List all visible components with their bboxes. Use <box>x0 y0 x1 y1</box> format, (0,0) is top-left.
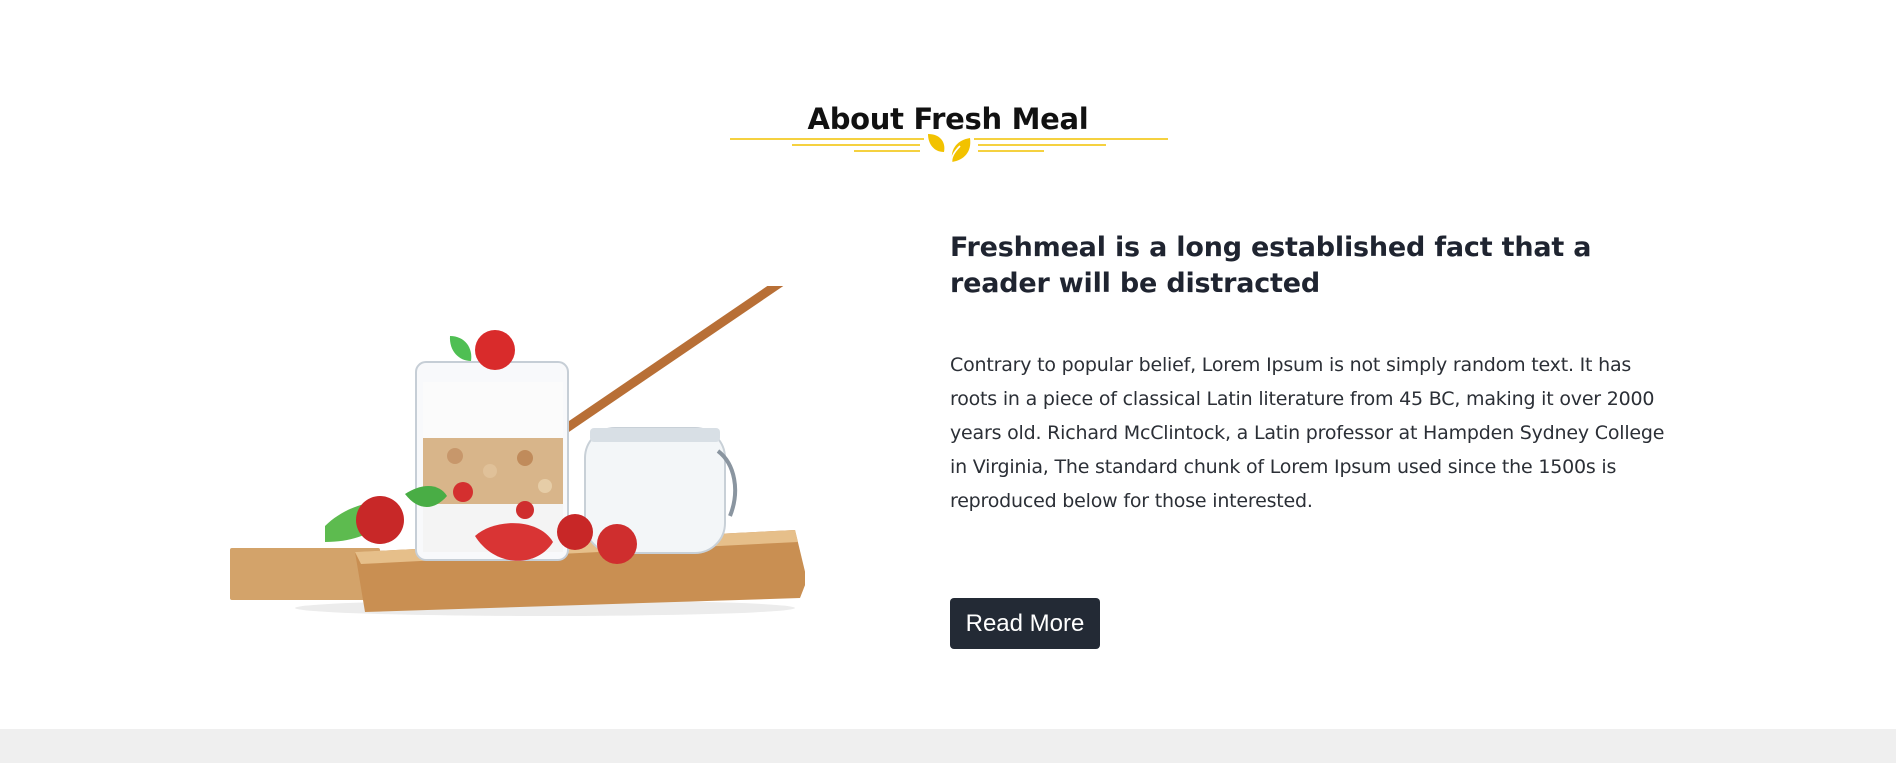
parfait-with-strawberries-image <box>230 286 805 616</box>
about-heading: Freshmeal is a long established fact tha… <box>950 232 1592 299</box>
section-divider <box>730 130 1168 166</box>
about-paragraph: Contrary to popular belief, Lorem Ipsum … <box>950 354 1665 512</box>
about-content: Freshmeal is a long established fact tha… <box>950 230 1670 518</box>
footer-strip <box>0 729 1896 763</box>
about-section: About Fresh Meal Freshmeal is a long est… <box>0 0 1896 729</box>
read-more-button[interactable]: Read More <box>950 598 1100 649</box>
